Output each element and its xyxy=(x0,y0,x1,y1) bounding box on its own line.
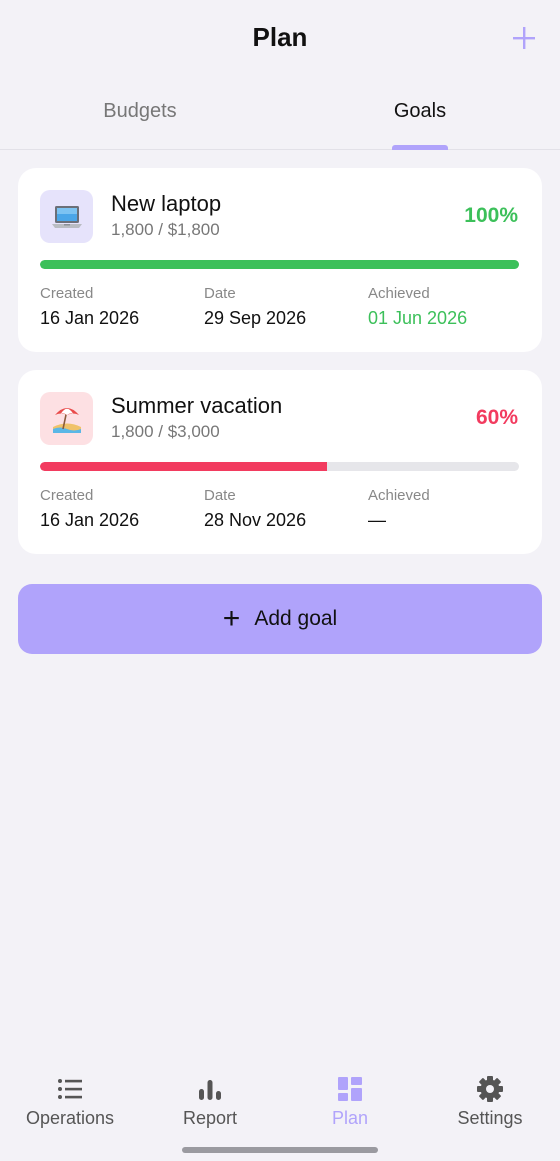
app-header: Plan xyxy=(0,0,560,78)
created-value: 16 Jan 2026 xyxy=(40,510,140,530)
goal-amount: 1,800 / $1,800 xyxy=(111,220,220,239)
goal-name: Summer vacation xyxy=(111,393,283,418)
dashboard-icon xyxy=(338,1077,362,1101)
home-indicator[interactable] xyxy=(182,1147,378,1153)
nav-item-operations[interactable]: Operations xyxy=(0,1074,140,1129)
plus-icon: + xyxy=(222,602,241,635)
goal-created: Created 16 Jan 2026 xyxy=(40,487,139,531)
goal-card-summer-vacation[interactable]: Summer vacation 1,800 / $3,000 60% Creat… xyxy=(18,370,542,554)
created-label: Created xyxy=(40,285,94,302)
created-value: 16 Jan 2026 xyxy=(40,308,140,328)
nav-label: Settings xyxy=(457,1108,523,1128)
goal-name: New laptop xyxy=(111,191,222,216)
tab-indicator xyxy=(392,145,448,150)
beach-umbrella-icon xyxy=(52,407,81,433)
nav-label: Operations xyxy=(25,1108,115,1128)
bar-chart-icon xyxy=(199,1080,221,1100)
achieved-label: Achieved xyxy=(368,285,430,302)
page-title: Plan xyxy=(252,22,308,52)
achieved-value: — xyxy=(368,510,386,530)
nav-item-settings[interactable]: Settings xyxy=(420,1074,560,1129)
goal-progress-fill xyxy=(40,260,519,269)
date-label: Date xyxy=(204,285,236,302)
goal-achieved: Achieved — xyxy=(368,487,430,531)
goal-amount: 1,800 / $3,000 xyxy=(111,422,220,441)
gear-icon xyxy=(477,1076,503,1102)
goal-percent: 100% xyxy=(464,204,518,227)
goal-date: Date 28 Nov 2026 xyxy=(204,487,306,531)
date-value: 29 Sep 2026 xyxy=(204,308,307,328)
add-goal-button[interactable]: + Add goal xyxy=(18,584,542,654)
laptop-icon xyxy=(51,205,82,228)
nav-item-report[interactable]: Report xyxy=(140,1074,280,1129)
goal-icon-container xyxy=(40,190,93,243)
goal-achieved: Achieved 01 Jun 2026 xyxy=(368,285,467,329)
goal-percent: 60% xyxy=(475,406,518,429)
created-label: Created xyxy=(40,487,94,504)
goal-card-new-laptop[interactable]: New laptop 1,800 / $1,800 100% Created 1… xyxy=(18,168,542,352)
date-label: Date xyxy=(204,487,236,504)
goal-created: Created 16 Jan 2026 xyxy=(40,285,139,329)
add-goal-label: Add goal xyxy=(254,607,338,630)
goal-date: Date 29 Sep 2026 xyxy=(204,285,306,329)
bottom-nav: Operations Report Plan Settings xyxy=(0,1060,560,1161)
tab-bar: Budgets Goals xyxy=(0,80,560,150)
list-icon xyxy=(58,1079,82,1099)
goal-icon-container xyxy=(40,392,93,445)
tab-budgets[interactable]: Budgets xyxy=(0,100,280,123)
date-value: 28 Nov 2026 xyxy=(204,510,307,530)
goal-progress-bar xyxy=(40,260,519,269)
achieved-value: 01 Jun 2026 xyxy=(368,308,468,328)
goal-progress-fill xyxy=(40,462,328,471)
goal-progress-bar xyxy=(40,462,519,471)
plus-icon xyxy=(513,27,535,49)
achieved-label: Achieved xyxy=(368,487,430,504)
nav-label: Report xyxy=(182,1108,238,1128)
nav-item-plan[interactable]: Plan xyxy=(280,1074,420,1129)
tab-goals[interactable]: Goals xyxy=(280,100,560,123)
add-button[interactable] xyxy=(512,26,536,50)
nav-label: Plan xyxy=(331,1108,369,1128)
